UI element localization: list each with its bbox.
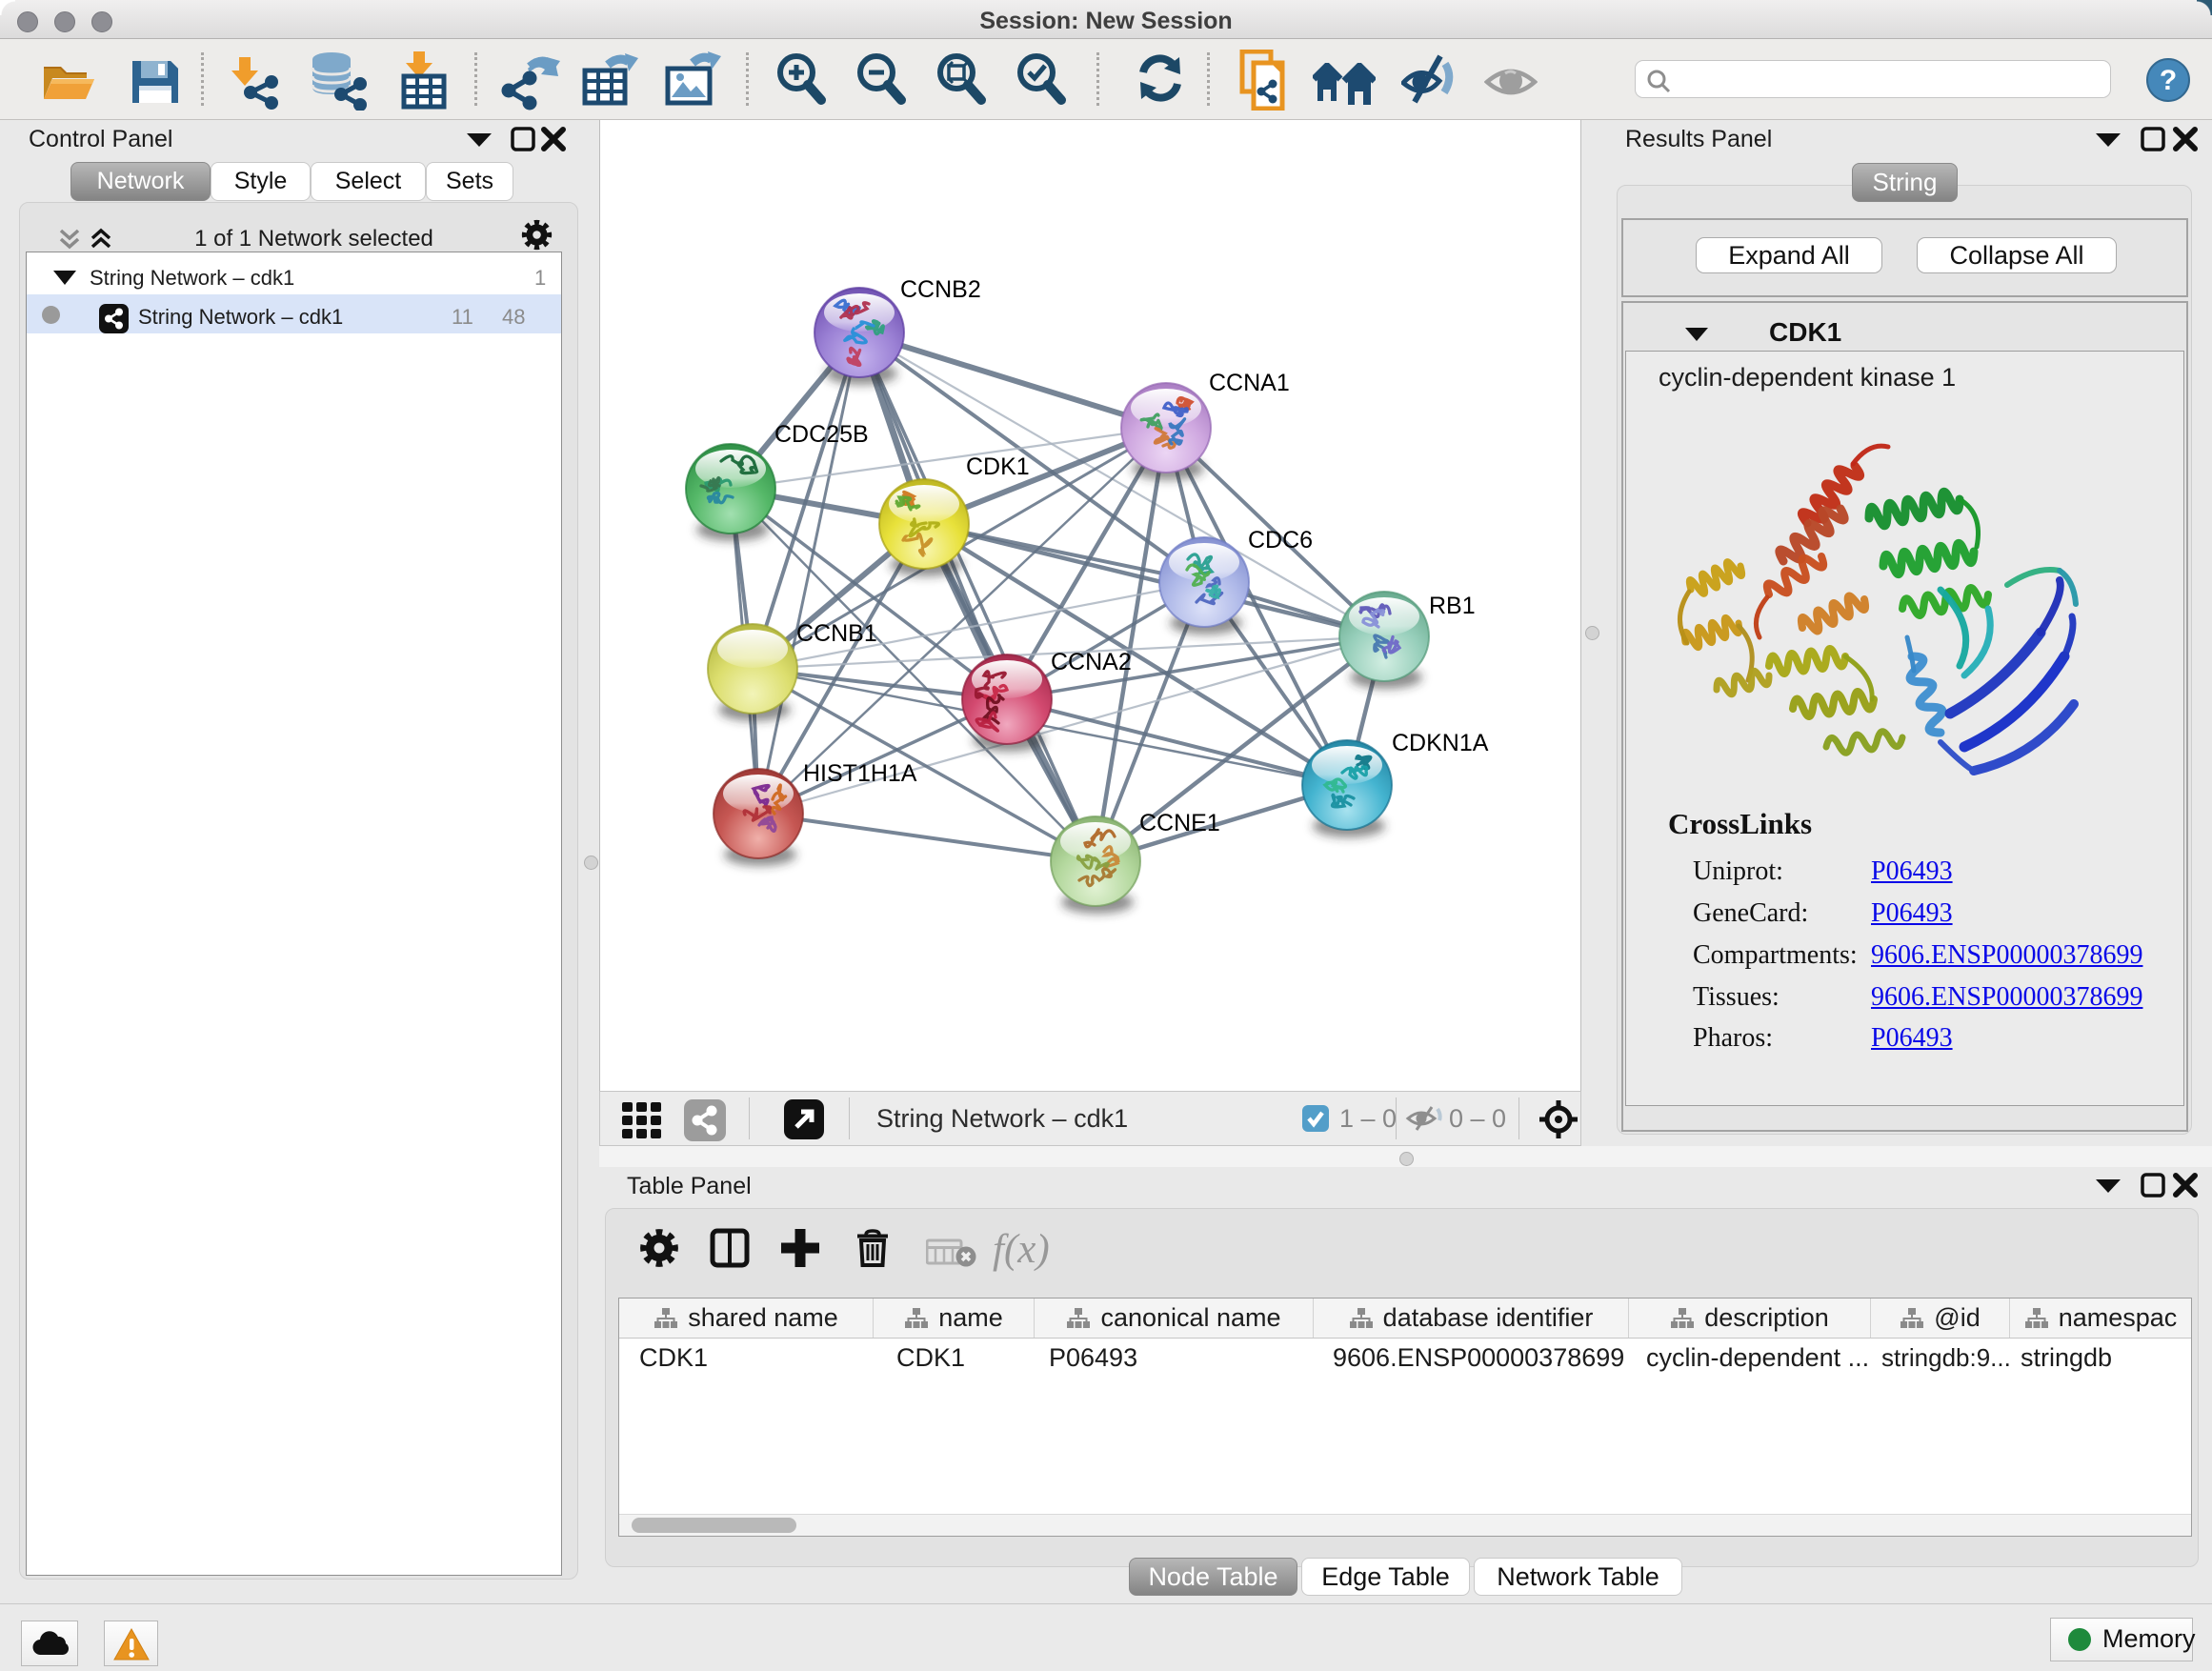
svg-text:CDK1: CDK1 xyxy=(966,453,1030,480)
svg-text:RB1: RB1 xyxy=(1429,593,1476,619)
svg-text:CDC6: CDC6 xyxy=(1248,527,1313,554)
svg-text:CCNA1: CCNA1 xyxy=(1209,370,1290,396)
svg-text:CCNA2: CCNA2 xyxy=(1051,649,1132,675)
svg-text:CDKN1A: CDKN1A xyxy=(1392,730,1489,756)
svg-text:?: ? xyxy=(2160,65,2177,96)
svg-text:CCNB1: CCNB1 xyxy=(796,620,877,647)
svg-text:HIST1H1A: HIST1H1A xyxy=(803,760,917,787)
svg-text:CCNB2: CCNB2 xyxy=(900,276,981,303)
svg-text:CCNE1: CCNE1 xyxy=(1139,810,1220,836)
svg-text:CDC25B: CDC25B xyxy=(774,421,869,448)
